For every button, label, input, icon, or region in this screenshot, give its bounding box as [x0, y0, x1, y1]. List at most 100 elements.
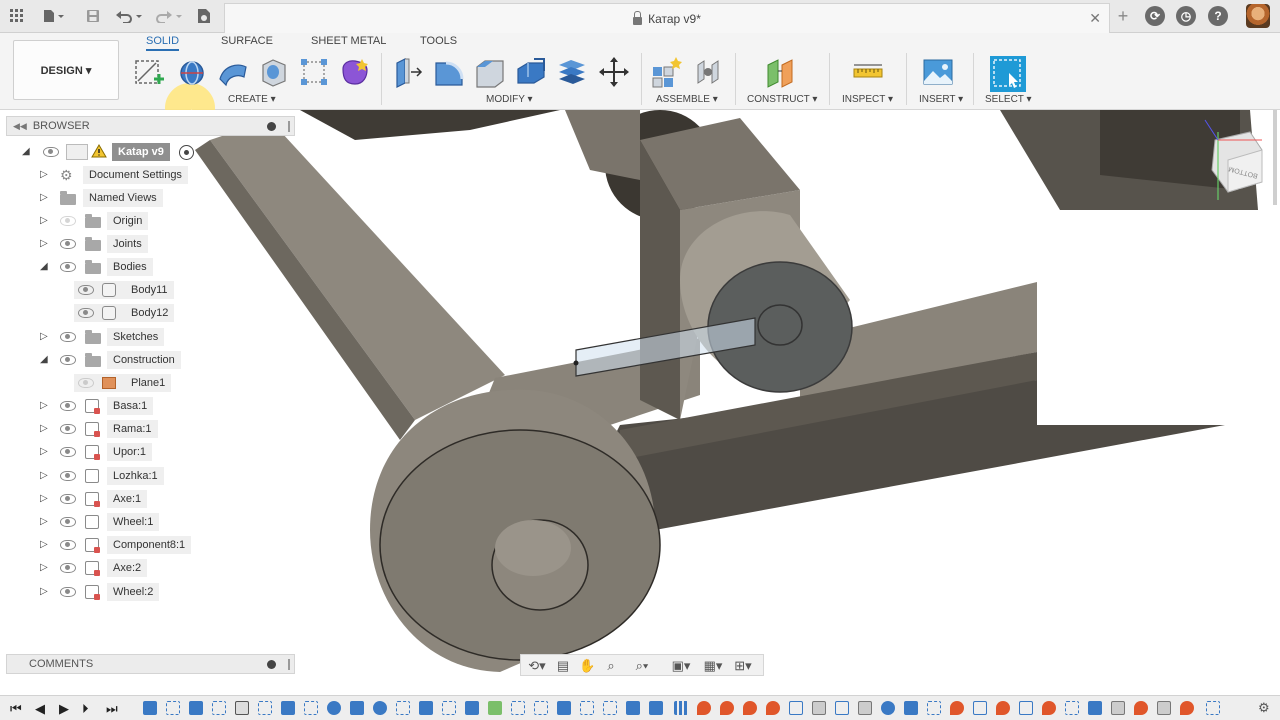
display-settings-icon[interactable]: ▣▾ [667, 658, 695, 673]
look-at-icon[interactable]: ▤ [555, 658, 571, 673]
timeline-extrude-icon[interactable] [281, 701, 295, 715]
expand-triangle-icon[interactable]: ▷ [40, 215, 48, 226]
timeline-sketch-icon[interactable] [166, 701, 180, 715]
sweep-icon[interactable] [216, 55, 250, 89]
expand-triangle-icon[interactable]: ▷ [40, 562, 48, 573]
timeline-sketch-icon[interactable] [258, 701, 272, 715]
timeline-settings-icon[interactable]: ⚙ [1258, 700, 1270, 716]
timeline-component-icon[interactable] [835, 701, 849, 715]
timeline-sketch-icon[interactable] [396, 701, 410, 715]
job-status-icon[interactable] [193, 6, 215, 26]
expand-triangle-icon[interactable]: ▷ [40, 169, 48, 180]
save-icon[interactable] [82, 6, 104, 26]
extensions-icon[interactable]: ⟳ [1145, 6, 1165, 26]
timeline-extrude-icon[interactable] [557, 701, 571, 715]
visibility-eye-icon[interactable] [60, 471, 76, 481]
go-to-start-icon[interactable]: ⏮ [10, 701, 22, 717]
pan-hand-icon[interactable]: ✋ [579, 658, 595, 673]
timeline-extrude-icon[interactable] [465, 701, 479, 715]
tab-sheet-metal[interactable]: SHEET METAL [311, 35, 386, 51]
timeline-joint-icon[interactable] [1134, 701, 1148, 715]
viewport-scrollbar[interactable] [1273, 110, 1277, 205]
panel-grip-icon[interactable] [288, 121, 290, 132]
help-icon[interactable]: ? [1208, 6, 1228, 26]
timeline-sketch-icon[interactable] [603, 701, 617, 715]
collapse-triangle-icon[interactable]: ◢ [22, 146, 30, 157]
expand-triangle-icon[interactable]: ▷ [40, 586, 48, 597]
expand-triangle-icon[interactable]: ▷ [40, 238, 48, 249]
timeline-revolve-icon[interactable] [327, 701, 341, 715]
timeline-joint-icon[interactable] [720, 701, 734, 715]
step-forward-icon[interactable]: ⏵ [82, 701, 89, 717]
timeline-extrude-icon[interactable] [419, 701, 433, 715]
move-copy-icon[interactable] [597, 55, 631, 89]
expand-triangle-icon[interactable]: ▷ [40, 192, 48, 203]
timeline-rigid-group-icon[interactable] [1111, 701, 1125, 715]
visibility-eye-icon[interactable] [78, 308, 94, 318]
job-status-clock-icon[interactable]: ◷ [1176, 6, 1196, 26]
visibility-eye-icon[interactable] [60, 401, 76, 411]
timeline-joint-icon[interactable] [697, 701, 711, 715]
timeline-extrude-icon[interactable] [649, 701, 663, 715]
timeline-sketch-icon[interactable] [1065, 701, 1079, 715]
visibility-eye-icon[interactable] [60, 239, 76, 249]
joint-icon[interactable] [692, 55, 726, 89]
tab-surface[interactable]: SURFACE [221, 35, 273, 51]
comments-panel-header[interactable]: COMMENTS [6, 654, 295, 674]
visibility-eye-icon[interactable] [60, 517, 76, 527]
timeline-joint-icon[interactable] [996, 701, 1010, 715]
visibility-eye-icon[interactable] [60, 424, 76, 434]
expand-triangle-icon[interactable]: ▷ [40, 516, 48, 527]
new-tab-icon[interactable]: + [1112, 6, 1134, 26]
timeline-component-icon[interactable] [973, 701, 987, 715]
timeline-rigid-group-icon[interactable] [858, 701, 872, 715]
rectangular-pattern-icon[interactable] [297, 55, 331, 89]
3d-viewport[interactable]: BOTTOM [0, 110, 1280, 685]
timeline-revolve-icon[interactable] [881, 701, 895, 715]
undo-icon[interactable] [113, 6, 145, 26]
panel-grip-icon[interactable] [288, 659, 290, 670]
timeline-sketch-icon[interactable] [1206, 701, 1220, 715]
timeline-extrude-icon[interactable] [1088, 701, 1102, 715]
play-icon[interactable]: ▶ [59, 701, 69, 717]
expand-triangle-icon[interactable]: ▷ [40, 423, 48, 434]
timeline-rigid-group-icon[interactable] [812, 701, 826, 715]
visibility-eye-icon[interactable] [60, 262, 76, 272]
assemble-menu[interactable]: ASSEMBLE ▾ [656, 94, 718, 105]
collapse-triangle-icon[interactable]: ◢ [40, 261, 48, 272]
expand-triangle-icon[interactable]: ▷ [40, 493, 48, 504]
select-menu[interactable]: SELECT ▾ [985, 94, 1032, 105]
visibility-eye-icon[interactable] [78, 285, 94, 295]
timeline-revolve-icon[interactable] [373, 701, 387, 715]
expand-triangle-icon[interactable]: ▷ [40, 400, 48, 411]
loft-icon[interactable] [257, 55, 291, 89]
combine-icon[interactable] [555, 55, 589, 89]
insert-image-icon[interactable] [921, 55, 955, 89]
timeline-joint-icon[interactable] [950, 701, 964, 715]
construct-menu[interactable]: CONSTRUCT ▾ [747, 94, 817, 105]
offset-plane-icon[interactable] [764, 55, 798, 89]
visibility-eye-icon[interactable] [60, 332, 76, 342]
timeline-component-icon[interactable] [789, 701, 803, 715]
orbit-icon[interactable]: ⟲▾ [525, 658, 549, 673]
timeline-extrude-icon[interactable] [189, 701, 203, 715]
timeline-joint-icon[interactable] [1042, 701, 1056, 715]
timeline-sketch-icon[interactable] [580, 701, 594, 715]
timeline-pattern-icon[interactable] [674, 701, 688, 715]
fillet-icon[interactable] [432, 55, 466, 89]
new-component-icon[interactable] [650, 55, 684, 89]
timeline-component-icon[interactable] [1019, 701, 1033, 715]
timeline-extrude-icon[interactable] [350, 701, 364, 715]
create-menu[interactable]: CREATE ▾ [228, 94, 276, 105]
grid-settings-icon[interactable]: ▦▾ [699, 658, 727, 673]
timeline-plane-icon[interactable] [488, 701, 502, 715]
expand-triangle-icon[interactable]: ▷ [40, 539, 48, 550]
go-to-end-icon[interactable]: ⏭ [106, 701, 118, 717]
viewports-icon[interactable]: ⊞▾ [729, 658, 757, 673]
app-grid-icon[interactable] [6, 6, 28, 26]
timeline-joint-icon[interactable] [743, 701, 757, 715]
timeline-rigid-group-icon[interactable] [1157, 701, 1171, 715]
user-avatar[interactable] [1246, 4, 1270, 28]
timeline-sketch-icon[interactable] [511, 701, 525, 715]
tab-solid[interactable]: SOLID [146, 35, 180, 51]
